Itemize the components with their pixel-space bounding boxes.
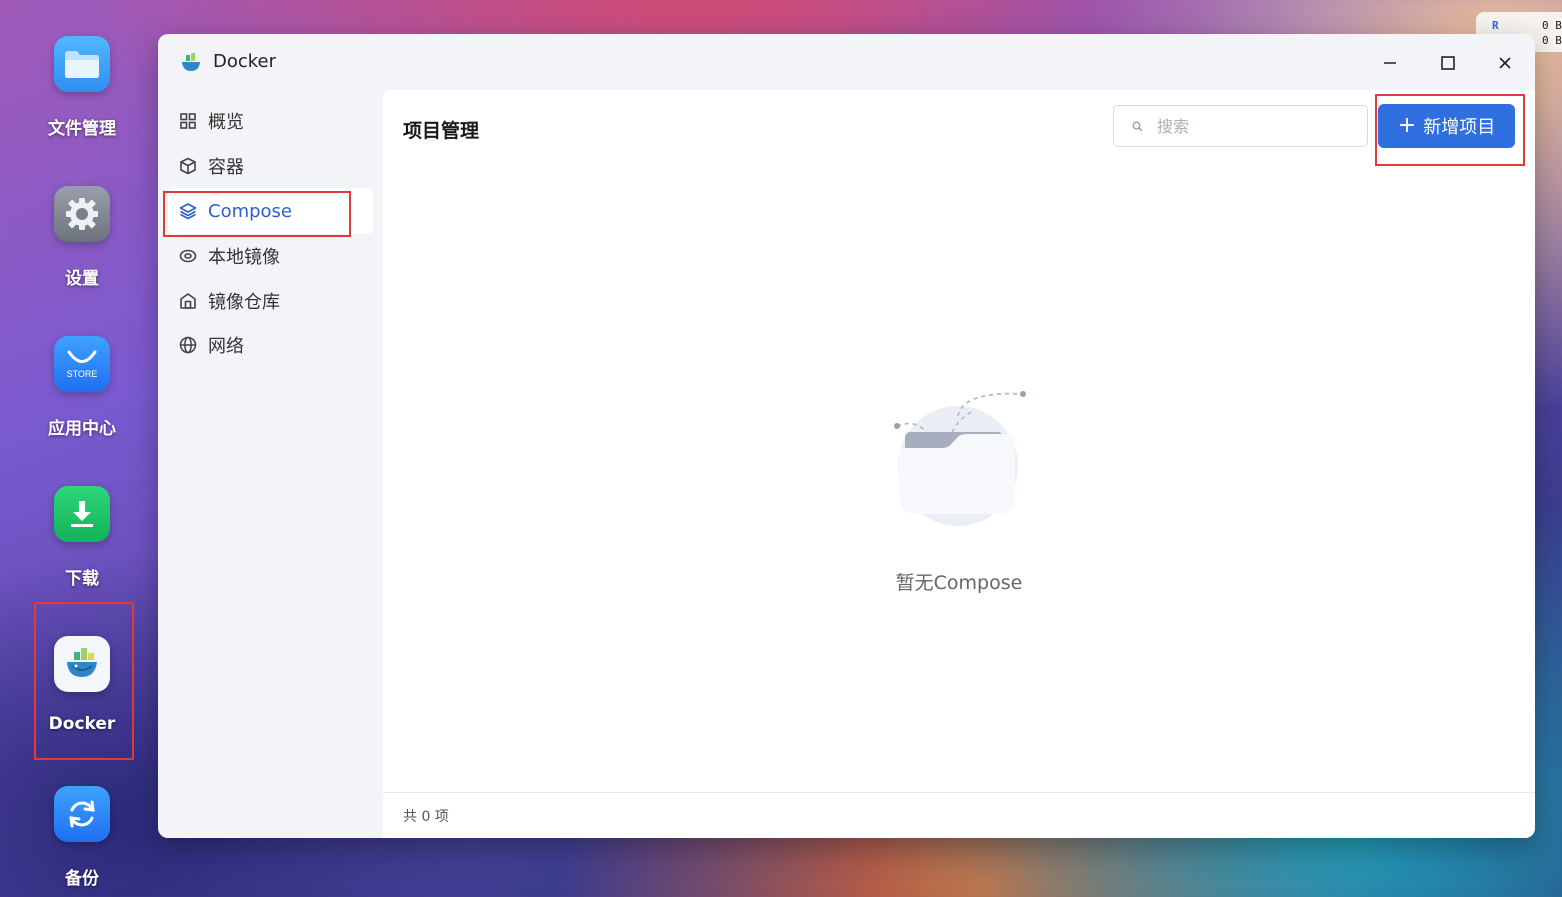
desktop-icon-file-manager[interactable]: 文件管理 <box>30 36 134 176</box>
gear-icon <box>54 186 110 242</box>
widget-line2: 0 B <box>1542 34 1562 47</box>
sidebar-item-compose[interactable]: Compose <box>168 188 373 234</box>
download-icon <box>54 486 110 542</box>
page-title: 项目管理 <box>403 120 480 142</box>
main-panel: 项目管理 + 新增项目 暂无Compose 共 0 项 <box>383 90 1535 838</box>
store-badge: STORE <box>66 369 98 379</box>
close-button[interactable] <box>1490 48 1520 78</box>
desktop-icon-app-center[interactable]: STORE 应用中心 <box>30 336 134 476</box>
docker-icon <box>54 636 110 692</box>
sidebar-item-overview[interactable]: 概览 <box>168 98 373 144</box>
sidebar-item-label: 概览 <box>208 112 244 133</box>
search-icon <box>1132 121 1143 131</box>
add-project-label: 新增项目 <box>1423 117 1496 138</box>
search-input[interactable] <box>1157 116 1347 136</box>
maximize-button[interactable] <box>1433 48 1463 78</box>
store-icon: STORE <box>54 336 110 392</box>
desktop-icon-label: Docker <box>48 714 116 734</box>
desktop-icon-label: 备份 <box>65 869 99 889</box>
grid-icon <box>180 113 196 129</box>
box-icon <box>180 157 196 175</box>
titlebar[interactable]: Docker <box>158 34 1535 90</box>
globe-icon <box>179 336 197 354</box>
folder-icon <box>54 36 110 92</box>
desktop-icon-label: 应用中心 <box>48 419 116 439</box>
plus-icon: + <box>1397 113 1417 138</box>
widget-r: R <box>1492 19 1499 32</box>
sidebar-item-label: 容器 <box>208 157 244 178</box>
sidebar-item-local-images[interactable]: 本地镜像 <box>168 233 373 279</box>
desktop-icon-label: 文件管理 <box>48 119 116 139</box>
total-count: 共 0 项 <box>403 808 449 825</box>
maximize-icon <box>1441 56 1455 70</box>
minimize-icon <box>1384 62 1396 64</box>
docker-window: Docker 概览 容器 Compose 本地镜像 镜像仓库 网络 项目管理 搜… <box>158 34 1535 838</box>
desktop-icon-backup[interactable]: 备份 <box>30 786 134 897</box>
desktop-icon-download[interactable]: 下载 <box>30 486 134 626</box>
desktop-icon-docker[interactable]: Docker <box>30 636 134 776</box>
footer: 共 0 项 <box>383 792 1535 838</box>
sidebar-item-label: 镜像仓库 <box>208 292 280 313</box>
widget-line1: 0 B <box>1542 19 1562 32</box>
window-title: Docker <box>213 51 277 72</box>
empty-state-text: 暂无Compose <box>895 572 1023 594</box>
backup-icon <box>54 786 110 842</box>
sidebar-item-network[interactable]: 网络 <box>168 322 373 368</box>
add-project-button[interactable]: + 新增项目 <box>1378 104 1515 148</box>
empty-folder-icon <box>894 391 1026 526</box>
minimize-button[interactable] <box>1375 48 1405 78</box>
search-box[interactable] <box>1113 105 1368 147</box>
desktop-icon-label: 设置 <box>65 269 99 289</box>
warehouse-icon <box>180 293 196 309</box>
sidebar-item-containers[interactable]: 容器 <box>168 143 373 189</box>
disc-icon <box>179 249 197 263</box>
sidebar-item-label: Compose <box>208 200 293 222</box>
sidebar-item-registry[interactable]: 镜像仓库 <box>168 278 373 324</box>
close-icon <box>1499 57 1511 69</box>
desktop-icon-settings[interactable]: 设置 <box>30 186 134 326</box>
docker-app-icon <box>182 53 200 71</box>
desktop-icon-label: 下载 <box>65 569 99 589</box>
sidebar-item-label: 网络 <box>208 336 244 357</box>
layers-icon <box>179 203 197 220</box>
sidebar-item-label: 本地镜像 <box>208 247 280 268</box>
